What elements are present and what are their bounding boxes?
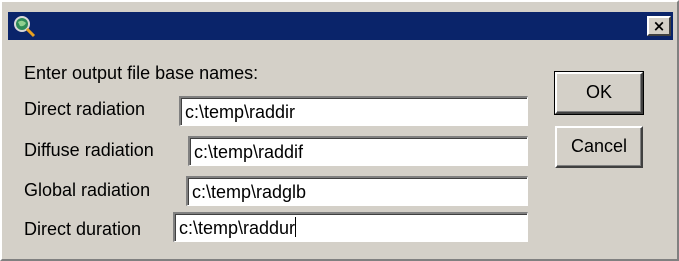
close-button[interactable]: × (647, 16, 671, 36)
text-caret (295, 217, 297, 237)
direct-duration-text: c:\temp\raddur (179, 218, 296, 238)
direct-radiation-value: c:\temp\raddir (185, 102, 296, 122)
cancel-button[interactable]: Cancel (555, 126, 643, 168)
magnifier-globe-icon (14, 16, 36, 38)
output-names-dialog: × Enter output file base names: Direct r… (0, 0, 679, 261)
direct-radiation-input[interactable]: c:\temp\raddir (179, 96, 528, 126)
prompt-label: Enter output file base names: (24, 63, 259, 83)
title-bar[interactable]: × (8, 12, 673, 40)
diffuse-radiation-label: Diffuse radiation (24, 140, 154, 160)
direct-duration-label: Direct duration (24, 219, 142, 239)
diffuse-radiation-value: c:\temp\raddif (194, 142, 304, 162)
ok-button[interactable]: OK (554, 71, 644, 115)
global-radiation-value: c:\temp\radglb (192, 182, 307, 202)
diffuse-radiation-input[interactable]: c:\temp\raddif (188, 136, 528, 166)
global-radiation-label: Global radiation (24, 180, 151, 200)
direct-radiation-label: Direct radiation (24, 99, 146, 119)
direct-duration-input[interactable]: c:\temp\raddur (173, 212, 528, 242)
direct-duration-value: c:\temp\raddur (179, 217, 297, 239)
global-radiation-input[interactable]: c:\temp\radglb (186, 176, 528, 206)
